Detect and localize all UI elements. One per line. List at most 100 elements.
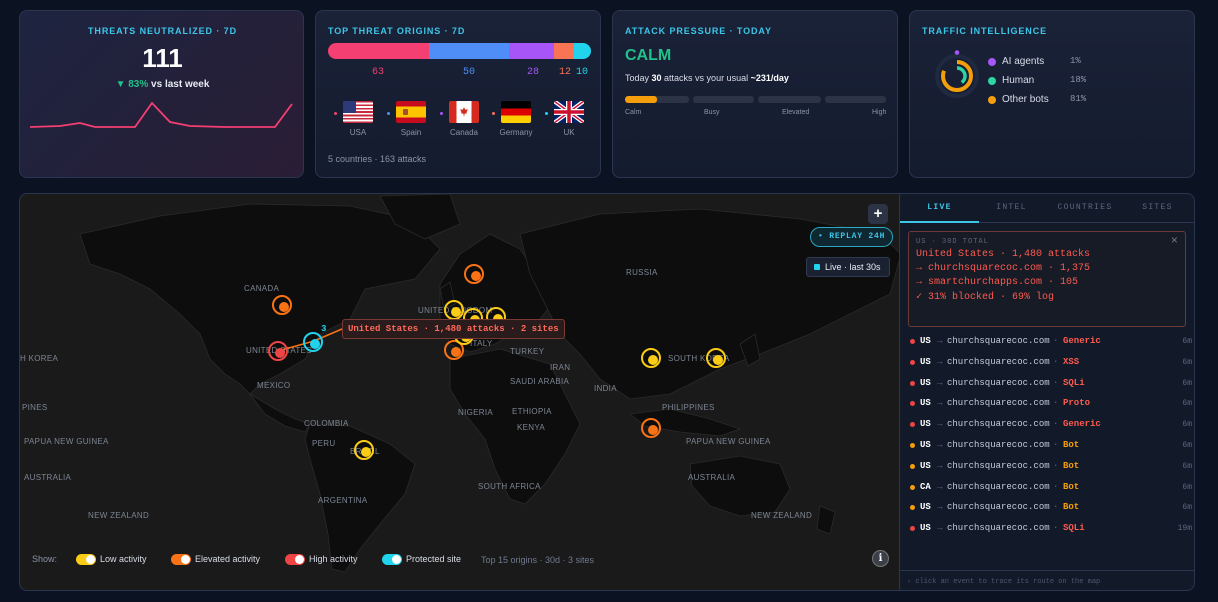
separator-dot-icon: ·: [1053, 336, 1059, 346]
replay-dot-icon: •: [818, 232, 824, 241]
event-row[interactable]: US churchsquarecoc.com SQLi 6m → ·: [900, 375, 1194, 395]
origins-val-germany: 12: [559, 67, 572, 78]
origins-seg-canada[interactable]: [509, 43, 554, 59]
event-country: US: [920, 440, 931, 450]
pressure-seg-busy: [693, 96, 754, 103]
arrow-icon: →: [937, 460, 943, 471]
event-type: XSS: [1063, 356, 1080, 367]
severity-dot: [910, 359, 915, 365]
event-country: US: [920, 377, 931, 388]
origins-seg-uk[interactable]: [574, 43, 591, 59]
marker-low[interactable]: [641, 348, 661, 368]
threats-title: THREATS NEUTRALIZED · 7D: [88, 26, 237, 36]
live-label: Live · last 30s: [825, 262, 881, 272]
legend-elevated[interactable]: Elevated activity: [171, 554, 260, 565]
panel-tabs: LIVE INTEL COUNTRIES SITES: [900, 194, 1194, 223]
event-row[interactable]: CA churchsquarecoc.com Bot 6m → ·: [900, 479, 1194, 499]
event-list: US churchsquarecoc.com Generic 6m → · US church…: [900, 333, 1194, 553]
event-row[interactable]: US churchsquarecoc.com Bot 6m → ·: [900, 499, 1194, 519]
marker-elevated[interactable]: [272, 295, 292, 315]
bots-pct: 81%: [1070, 94, 1087, 104]
replay-button[interactable]: • REPLAY 24H: [810, 227, 894, 247]
event-time: 6m: [1182, 378, 1192, 388]
event-row[interactable]: US churchsquarecoc.com Proto 6m → ·: [900, 395, 1194, 415]
toggle-high[interactable]: [285, 554, 305, 565]
tab-sites[interactable]: SITES: [1118, 194, 1194, 222]
origins-seg-usa[interactable]: [328, 43, 429, 59]
event-row[interactable]: US churchsquarecoc.com Generic 6m → ·: [900, 416, 1194, 436]
donut-segment-human: [947, 66, 967, 86]
event-row[interactable]: US churchsquarecoc.com SQLi 19m → ·: [900, 520, 1194, 540]
event-row[interactable]: US churchsquarecoc.com Bot 6m → ·: [900, 437, 1194, 457]
origins-summary: 5 countries · 163 attacks: [328, 154, 427, 164]
info-icon[interactable]: i: [872, 550, 889, 567]
severity-dot: [910, 505, 915, 511]
pressure-seg-high: [825, 96, 886, 103]
tab-live[interactable]: LIVE: [900, 194, 979, 223]
human-pct: 18%: [1070, 75, 1087, 85]
toggle-low[interactable]: [76, 554, 96, 565]
event-time: 6m: [1182, 357, 1192, 367]
close-icon[interactable]: ×: [1171, 234, 1178, 248]
zoom-in-button[interactable]: +: [868, 204, 888, 224]
legend-protected[interactable]: Protected site: [382, 554, 461, 565]
map-panel[interactable]: CANADA RUSSIA UNITED STATES MEXICO UNITE…: [19, 193, 900, 591]
marker-elevated[interactable]: [464, 264, 484, 284]
tab-intel[interactable]: INTEL: [972, 194, 1051, 222]
event-type: SQLi: [1063, 523, 1085, 534]
human-dot: [988, 77, 996, 85]
map-footnote: Top 15 origins · 30d · 3 sites: [481, 555, 595, 565]
event-country: US: [920, 356, 931, 367]
origins-seg-germany[interactable]: [554, 43, 574, 59]
event-country: CA: [920, 481, 931, 492]
usa-dot: [334, 112, 337, 115]
event-country: US: [920, 523, 931, 534]
donut-segment-bots: [941, 60, 973, 92]
event-row[interactable]: US churchsquarecoc.com Bot 6m → ·: [900, 458, 1194, 478]
bots-label: Other bots: [1002, 94, 1049, 105]
traffic-row-human: Human 18%: [988, 75, 1086, 86]
arrow-icon: →: [937, 336, 943, 346]
marker-low[interactable]: [706, 348, 726, 368]
event-row[interactable]: US churchsquarecoc.com Generic 6m → ·: [900, 333, 1194, 353]
marker-high[interactable]: [268, 341, 288, 361]
ai-label: AI agents: [1002, 56, 1045, 67]
arrow-icon: →: [937, 356, 943, 367]
severity-dot: [910, 526, 915, 532]
origins-seg-spain[interactable]: [429, 43, 509, 59]
legend-high[interactable]: High activity: [285, 554, 358, 565]
spain-dot: [387, 112, 390, 115]
event-site: churchsquarecoc.com: [947, 356, 1050, 367]
marker-low[interactable]: [444, 300, 464, 320]
canada-flag-icon: [449, 101, 479, 123]
legend-low[interactable]: Low activity: [76, 554, 147, 565]
marker-low[interactable]: [354, 440, 374, 460]
detail-box: US · 30D TOTAL × United States · 1,480 a…: [908, 231, 1186, 327]
pressure-level-calm: Calm: [625, 109, 642, 116]
marker-elevated[interactable]: [641, 418, 661, 438]
pressure-status: CALM: [625, 47, 672, 64]
event-site: churchsquarecoc.com: [947, 481, 1050, 492]
ai-dot: [988, 58, 996, 66]
live-badge[interactable]: Live · last 30s: [806, 257, 890, 277]
event-type: Proto: [1063, 398, 1091, 409]
tab-countries[interactable]: COUNTRIES: [1044, 194, 1126, 222]
arrow-icon: →: [937, 502, 943, 513]
toggle-elevated[interactable]: [171, 554, 191, 565]
event-site: churchsquarecoc.com: [947, 398, 1050, 409]
pressure-level-high: High: [872, 109, 887, 116]
detail-line-2: → churchsquarecoc.com · 1,375: [916, 263, 1091, 274]
pressure-line: Today 30 attacks vs your usual ~231/day: [625, 73, 789, 83]
pressure-fill: [625, 96, 657, 103]
severity-dot: [910, 380, 915, 386]
separator-dot-icon: ·: [1053, 481, 1059, 492]
severity-dot: [910, 339, 915, 344]
threats-card: THREATS NEUTRALIZED · 7D 111 ▼ 83% vs la…: [19, 10, 304, 178]
marker-protected[interactable]: [303, 332, 323, 352]
origins-val-uk: 10: [576, 67, 589, 78]
event-site: churchsquarecoc.com: [947, 523, 1050, 534]
panel-footer: › click an event to trace its route on t…: [900, 570, 1194, 590]
event-site: churchsquarecoc.com: [947, 336, 1050, 346]
toggle-protected[interactable]: [382, 554, 402, 565]
event-row[interactable]: US churchsquarecoc.com XSS 6m → ·: [900, 354, 1194, 374]
